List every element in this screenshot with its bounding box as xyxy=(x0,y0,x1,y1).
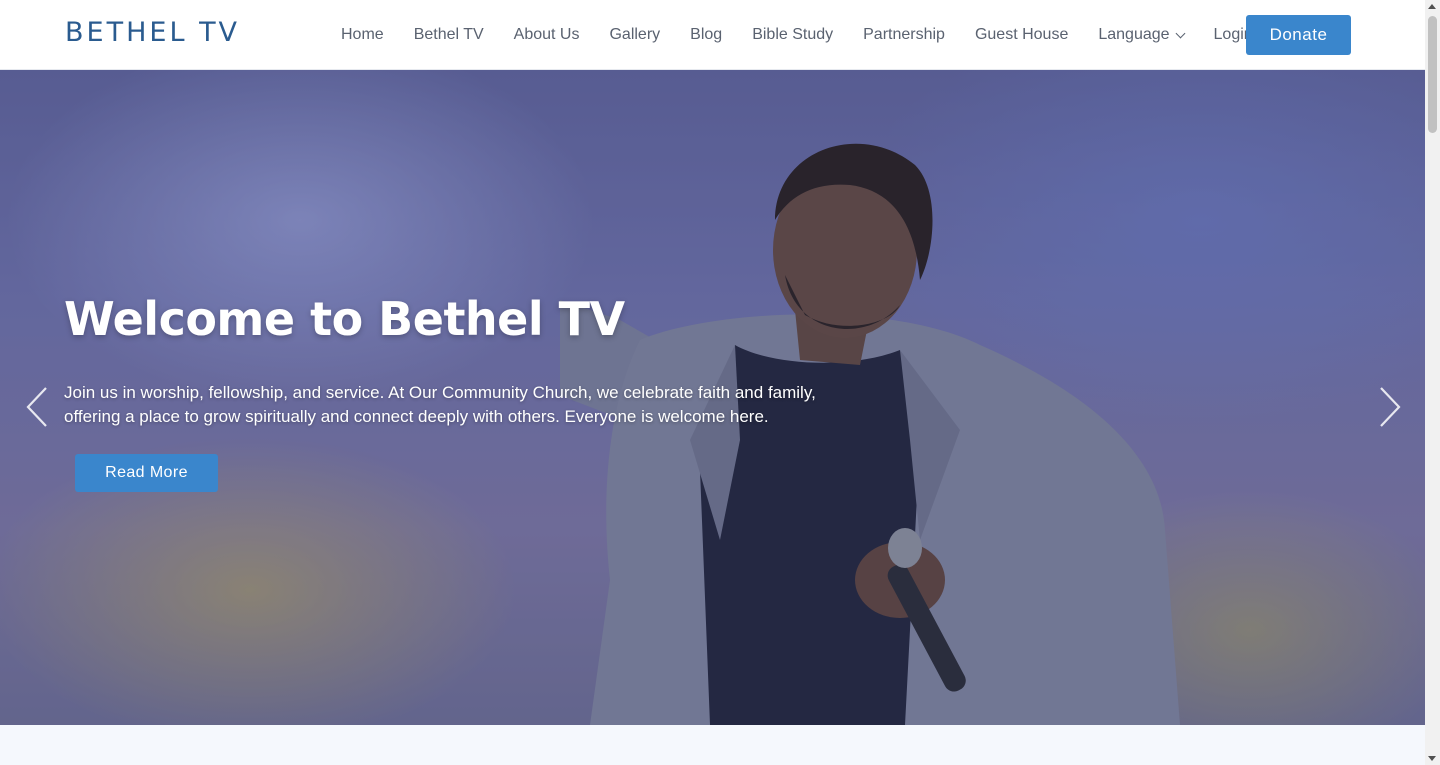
donate-button[interactable]: Donate xyxy=(1246,15,1351,55)
nav-item-gallery[interactable]: Gallery xyxy=(609,26,660,44)
nav-item-home[interactable]: Home xyxy=(341,26,384,44)
main-nav: Home Bethel TV About Us Gallery Blog Bib… xyxy=(341,0,1263,70)
hero-description: Join us in worship, fellowship, and serv… xyxy=(64,383,816,426)
nav-item-blog[interactable]: Blog xyxy=(690,26,722,44)
nav-item-language-dropdown[interactable]: Language xyxy=(1098,26,1185,44)
scroll-down-arrow-icon[interactable] xyxy=(1428,756,1436,761)
nav-item-label: About Us xyxy=(513,26,580,43)
nav-item-guest-house[interactable]: Guest House xyxy=(975,26,1068,44)
nav-item-label: Gallery xyxy=(609,26,661,43)
nav-item-label: Language xyxy=(1098,26,1170,43)
nav-item-label: Blog xyxy=(690,26,723,43)
hero-title: Welcome to Bethel TV xyxy=(64,292,625,346)
nav-item-partnership[interactable]: Partnership xyxy=(863,26,945,44)
chevron-down-icon xyxy=(1175,28,1185,38)
next-section xyxy=(0,725,1425,765)
chevron-right-icon[interactable] xyxy=(1375,382,1405,432)
nav-item-bible-study[interactable]: Bible Study xyxy=(752,26,833,44)
nav-item-bethel-tv[interactable]: Bethel TV xyxy=(414,26,484,44)
nav-item-label: Guest House xyxy=(974,26,1069,43)
nav-item-label: Bethel TV xyxy=(413,26,484,43)
scroll-up-arrow-icon[interactable] xyxy=(1428,4,1436,9)
nav-item-label: Partnership xyxy=(863,26,945,43)
site-header: BETHEL TV Home Bethel TV About Us Galler… xyxy=(0,0,1425,70)
site-logo[interactable]: BETHEL TV xyxy=(65,17,240,48)
hero-carousel: Welcome to Bethel TV Join us in worship,… xyxy=(0,70,1425,725)
nav-item-label: Home xyxy=(341,26,384,43)
nav-item-label: Bible Study xyxy=(752,26,834,43)
scroll-thumb[interactable] xyxy=(1428,16,1437,133)
read-more-button[interactable]: Read More xyxy=(75,454,218,492)
chevron-left-icon[interactable] xyxy=(22,382,52,432)
nav-item-about-us[interactable]: About Us xyxy=(514,26,580,44)
page-scrollbar[interactable] xyxy=(1425,0,1440,765)
